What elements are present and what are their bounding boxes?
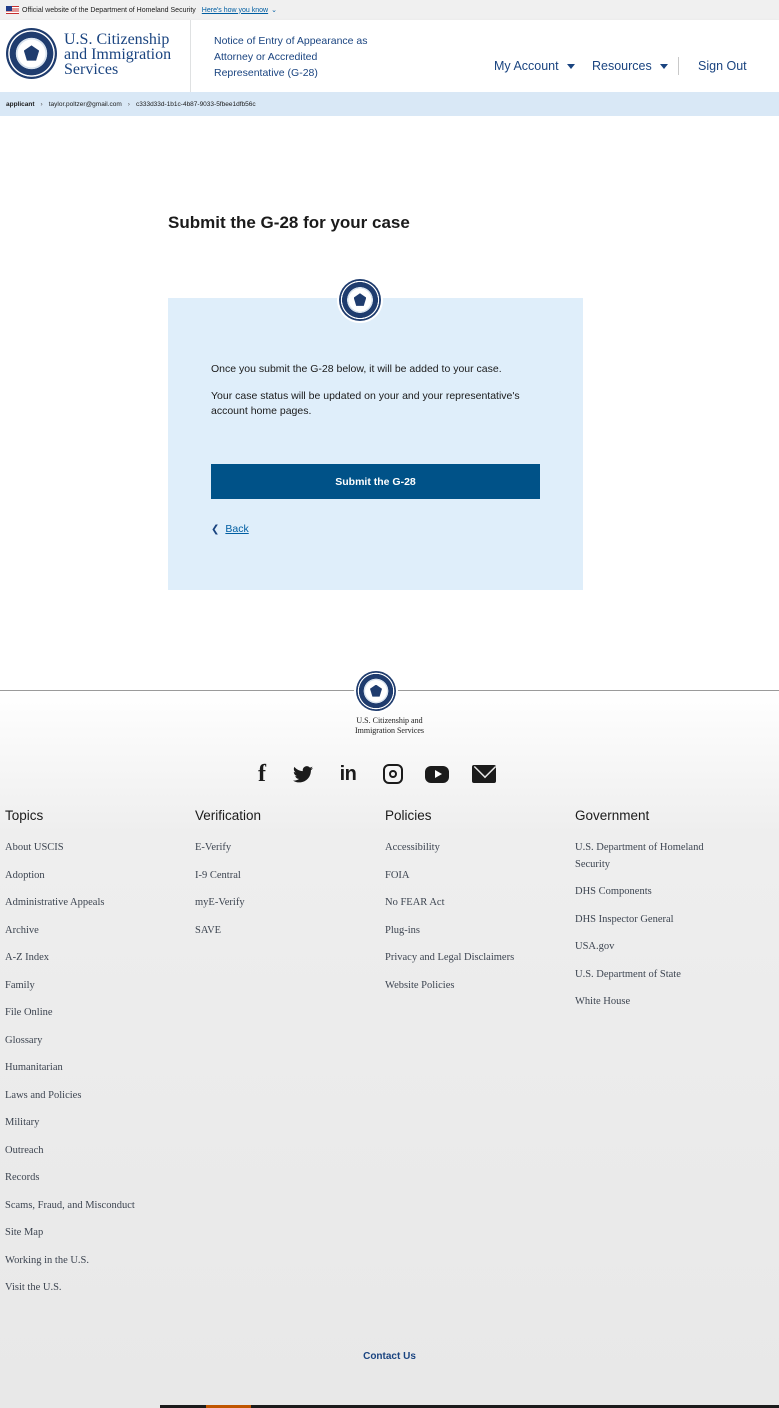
footer-link[interactable]: Outreach: [5, 1143, 190, 1160]
footer-link[interactable]: Glossary: [5, 1033, 190, 1050]
dhs-seal-logo[interactable]: [356, 671, 396, 711]
footer-link[interactable]: Laws and Policies: [5, 1088, 190, 1105]
official-gov-banner: Official website of the Department of Ho…: [0, 0, 779, 20]
form-title: Notice of Entry of Appearance as Attorne…: [214, 35, 368, 79]
resources-menu[interactable]: Resources: [592, 59, 668, 73]
footer-link[interactable]: Scams, Fraud, and Misconduct: [5, 1198, 190, 1215]
instagram-icon[interactable]: [382, 760, 404, 788]
breadcrumb-separator-icon: ›: [40, 100, 43, 108]
footer-link[interactable]: About USCIS: [5, 840, 190, 857]
footer-link[interactable]: Administrative Appeals: [5, 895, 190, 912]
sign-out-link[interactable]: Sign Out: [698, 59, 747, 73]
footer-link[interactable]: U.S. Department of Homeland Security: [575, 840, 740, 873]
footer-link[interactable]: I-9 Central: [195, 868, 380, 885]
email-icon[interactable]: [471, 760, 497, 788]
heres-how-you-know-link[interactable]: Here's how you know: [202, 7, 268, 14]
status-info-text: Your case status will be updated on your…: [211, 390, 520, 417]
footer-column-heading: Verification: [195, 808, 262, 823]
footer-link[interactable]: DHS Inspector General: [575, 912, 740, 929]
footer-link[interactable]: Plug-ins: [385, 923, 570, 940]
footer-link[interactable]: USA.gov: [575, 939, 740, 956]
site-header: U.S. Citizenship and Immigration Service…: [0, 20, 779, 92]
breadcrumb-separator-icon: ›: [127, 100, 130, 108]
footer-link[interactable]: A-Z Index: [5, 950, 190, 967]
submit-g28-button[interactable]: Submit the G-28: [211, 464, 540, 499]
brand-line: U.S. Citizenship: [64, 31, 170, 48]
uscis-brand-name[interactable]: U.S. Citizenship and Immigration Service…: [64, 31, 172, 78]
header-divider: [190, 20, 191, 92]
footer-link[interactable]: E-Verify: [195, 840, 380, 857]
footer-link[interactable]: No FEAR Act: [385, 895, 570, 912]
footer-link[interactable]: myE-Verify: [195, 895, 380, 912]
submit-info-text: Once you submit the G-28 below, it will …: [211, 363, 502, 375]
my-account-label: My Account: [494, 59, 559, 73]
dhs-seal-icon: [339, 279, 381, 321]
youtube-icon[interactable]: [424, 760, 450, 788]
footer-brand-name: U.S. Citizenship and Immigration Service…: [0, 716, 779, 736]
footer-link[interactable]: DHS Components: [575, 884, 740, 901]
twitter-icon[interactable]: [292, 760, 314, 788]
caret-down-icon: [659, 63, 668, 69]
chevron-left-icon: ❮: [211, 523, 220, 535]
submit-card: [168, 298, 583, 590]
footer-link[interactable]: U.S. Department of State: [575, 967, 740, 984]
footer-link[interactable]: Website Policies: [385, 978, 570, 995]
gov-banner-text: Official website of the Department of Ho…: [22, 6, 196, 14]
footer-column-verification: Verification E-Verify I-9 Central myE-Ve…: [195, 806, 380, 950]
footer-column-government: Government U.S. Department of Homeland S…: [575, 806, 740, 1022]
footer-brand-line: Immigration Services: [354, 726, 425, 735]
brand-line: Services: [64, 61, 119, 78]
breadcrumb-item-case-id: c333d33d-1b1c-4b87-9033-5fbee1dfb56c: [135, 100, 256, 108]
footer-column-heading: Topics: [5, 808, 44, 823]
back-link[interactable]: ❮ Back: [211, 523, 249, 535]
footer-brand-line: U.S. Citizenship and: [356, 716, 423, 725]
footer-link[interactable]: Site Map: [5, 1225, 190, 1242]
resources-label: Resources: [592, 59, 652, 73]
caret-down-icon: [566, 63, 575, 69]
footer-link[interactable]: File Online: [5, 1005, 190, 1022]
footer-column-topics: Topics About USCIS Adoption Administrati…: [5, 806, 190, 1308]
nav-divider: [678, 57, 679, 75]
brand-line: and Immigration: [64, 46, 172, 63]
footer-link[interactable]: Humanitarian: [5, 1060, 190, 1077]
footer-link[interactable]: Records: [5, 1170, 190, 1187]
footer-link[interactable]: FOIA: [385, 868, 570, 885]
footer-link[interactable]: Working in the U.S.: [5, 1253, 190, 1270]
breadcrumb-item-applicant[interactable]: applicant: [6, 101, 35, 108]
footer-link[interactable]: Accessibility: [385, 840, 570, 857]
back-label: Back: [225, 523, 249, 535]
footer-link[interactable]: Family: [5, 978, 190, 995]
footer-column-policies: Policies Accessibility FOIA No FEAR Act …: [385, 806, 570, 1005]
footer-link[interactable]: Privacy and Legal Disclaimers: [385, 950, 570, 967]
footer-link[interactable]: Adoption: [5, 868, 190, 885]
linkedin-icon[interactable]: in: [336, 760, 360, 788]
footer-column-heading: Government: [575, 808, 650, 823]
chevron-down-icon[interactable]: ⌄: [271, 6, 277, 14]
page-title: Submit the G-28 for your case: [168, 213, 410, 232]
footer-link[interactable]: White House: [575, 994, 740, 1011]
footer-column-heading: Policies: [385, 808, 432, 823]
facebook-icon[interactable]: f: [252, 760, 272, 788]
breadcrumb: applicant › taylor.poltzer@gmail.com › c…: [0, 92, 779, 116]
footer-link[interactable]: Military: [5, 1115, 190, 1132]
dhs-seal-logo[interactable]: [6, 28, 57, 79]
breadcrumb-item-email[interactable]: taylor.poltzer@gmail.com: [49, 101, 122, 108]
us-flag-icon: [6, 6, 19, 14]
contact-us-link[interactable]: Contact Us: [0, 1351, 779, 1362]
my-account-menu[interactable]: My Account: [494, 59, 575, 73]
footer-link[interactable]: Visit the U.S.: [5, 1280, 190, 1297]
footer-link[interactable]: Archive: [5, 923, 190, 940]
footer-link[interactable]: SAVE: [195, 923, 380, 940]
